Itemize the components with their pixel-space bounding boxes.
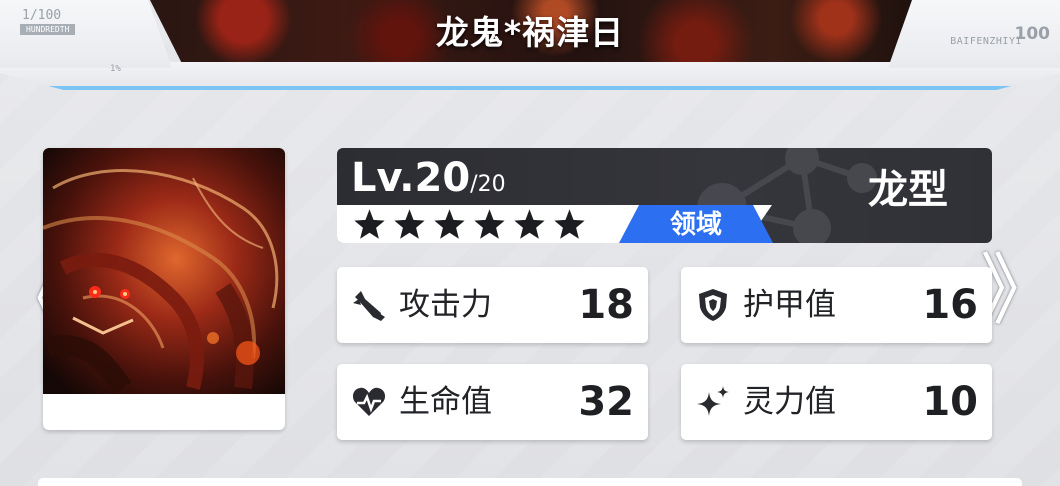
domain-tag: 领域 <box>619 205 773 243</box>
race-label: 龙型 <box>868 167 948 213</box>
stat-attack-label: 攻击力 <box>399 287 492 323</box>
title-banner: 1/100 HUNDREDTH 1% BAIFENZHIYI 100 龙鬼*祸津… <box>0 0 1060 94</box>
corner-percent: 1% <box>110 64 121 74</box>
shield-icon <box>699 289 727 321</box>
level-value: Lv.20/20 <box>351 158 506 198</box>
dragon-portrait-image <box>43 148 285 394</box>
level-current: Lv.20 <box>351 155 471 201</box>
stat-spirit: 灵力值 10 <box>681 364 992 440</box>
star-icon <box>394 208 425 239</box>
heartbeat-icon <box>352 387 386 416</box>
stat-spirit-value: 10 <box>922 379 978 425</box>
stat-spirit-label: 灵力值 <box>743 384 836 420</box>
star-icon <box>514 208 545 239</box>
stat-health: 生命值 32 <box>337 364 648 440</box>
dragon-portrait-art <box>43 148 285 394</box>
sword-icon <box>353 291 385 321</box>
domain-label: 领域 <box>669 210 722 240</box>
level-panel: Lv.20/20 龙型 领域 <box>337 148 992 243</box>
stat-armor-label: 护甲值 <box>743 287 836 323</box>
star-icon <box>354 208 385 239</box>
card-title: 龙鬼*祸津日 <box>435 13 625 52</box>
stat-armor-value: 16 <box>922 282 978 328</box>
portrait-card <box>43 148 285 430</box>
sparkle-icon <box>697 386 729 416</box>
star-icon <box>474 208 505 239</box>
stat-attack: 攻击力 18 <box>337 267 648 343</box>
star-list <box>353 205 586 243</box>
stat-health-label: 生命值 <box>399 384 492 420</box>
stat-armor: 护甲值 16 <box>681 267 992 343</box>
star-icon <box>554 208 585 239</box>
stat-health-value: 32 <box>578 379 634 425</box>
stat-attack-value: 18 <box>578 282 634 328</box>
level-max: /20 <box>470 172 506 197</box>
star-icon <box>434 208 465 239</box>
description-panel <box>38 478 1022 486</box>
